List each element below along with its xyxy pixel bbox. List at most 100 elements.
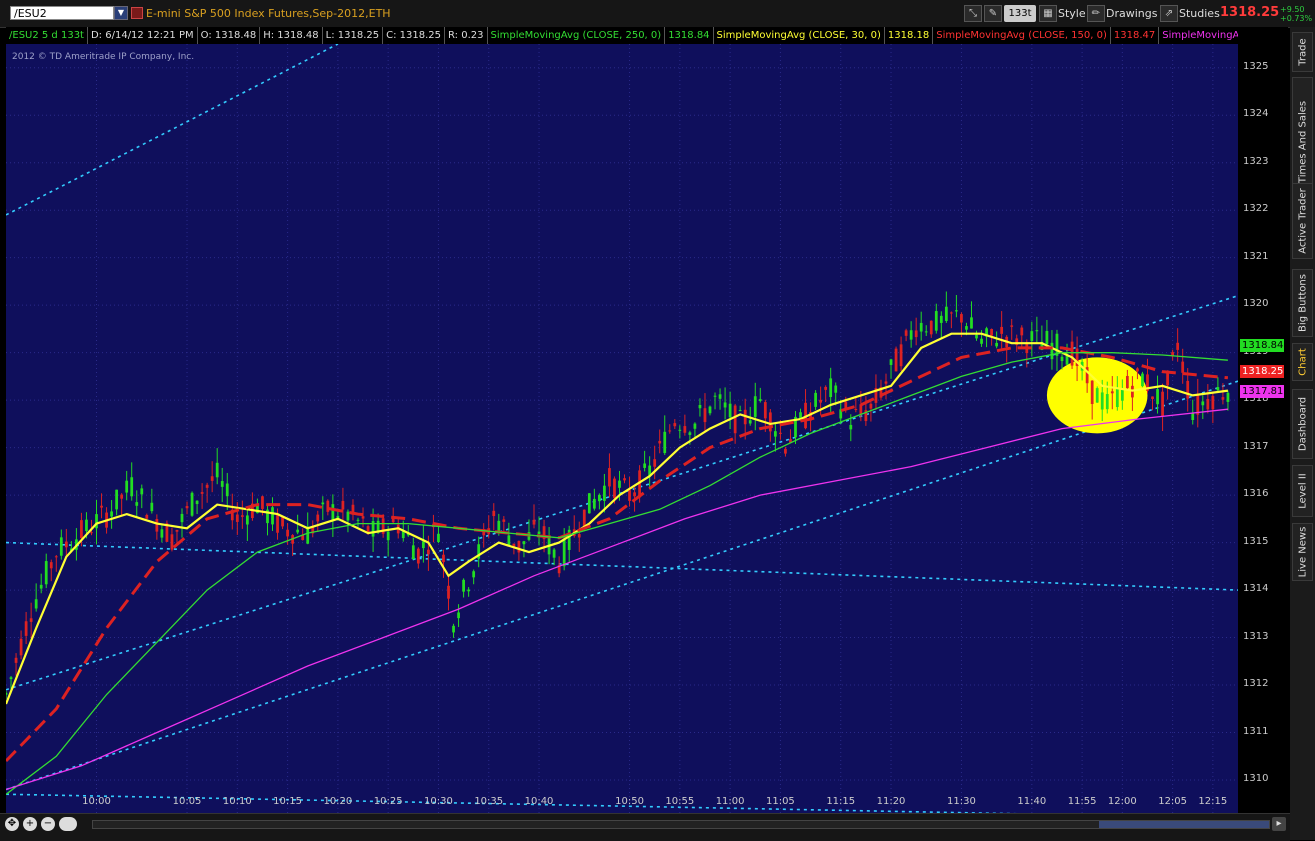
candle-body [135,502,139,506]
candle-body [492,510,496,517]
candle-body [784,448,787,454]
candle-body [703,408,707,423]
instrument-description: E-mini S&P 500 Index Futures,Sep-2012,ET… [146,7,391,20]
candle-body [1060,356,1064,362]
x-tick-label: 12:15 [1198,796,1228,807]
info-symbol: /ESU2 5 d 133t [6,27,88,44]
candle-body [1045,330,1049,345]
candle-body [14,657,18,663]
candle-body [281,517,284,527]
candle-body [1161,391,1164,417]
tab-level-ii[interactable]: Level II [1292,465,1313,517]
zoom-out-icon[interactable]: − [41,817,55,831]
candle-body [723,402,727,408]
price-axis[interactable] [1238,27,1288,818]
zoom-reset-icon[interactable] [59,817,77,831]
candle-body [130,477,134,497]
candle-body [768,412,772,432]
candle-body [537,531,541,534]
candle-body [1095,388,1099,403]
candle-body [1181,361,1185,373]
candle-body [80,520,83,539]
x-tick-label: 10:00 [82,796,111,807]
candle-body [1030,331,1034,341]
candle-body [577,534,581,538]
candle-body [1000,326,1004,334]
candle-body [849,424,853,430]
x-tick-label: 10:15 [273,796,303,807]
symbol-dropdown-icon[interactable]: ▼ [114,6,128,20]
candle-body [356,519,360,521]
tab-big-buttons[interactable]: Big Buttons [1292,269,1313,337]
tab-trade[interactable]: Trade [1292,32,1313,72]
zoom-in-icon[interactable]: + [23,817,37,831]
aggregation-button[interactable]: 133t [1004,5,1036,22]
y-tick-label: 1325 [1243,60,1269,72]
x-tick-label: 11:15 [826,796,856,807]
candle-body [919,322,923,332]
symbol-link-icon[interactable] [131,7,143,19]
tab-live-news[interactable]: Live News [1292,523,1313,581]
candle-body [29,618,33,622]
candle-body [64,541,68,548]
candle-body [220,481,224,487]
candle-body [210,476,214,481]
symbol-input[interactable]: /ESU2 [10,6,114,20]
y-tick-label: 1312 [1243,678,1269,690]
study2-label[interactable]: SimpleMovingAvg (CLOSE, 30, 0) [714,27,885,44]
info-open: O: 1318.48 [198,27,261,44]
grid-icon[interactable]: ▦ [1039,5,1057,22]
study3-label[interactable]: SimpleMovingAvg (CLOSE, 150, 0) [933,27,1111,44]
candle-body [1110,391,1114,394]
time-scrollbar[interactable] [92,820,1270,829]
study1-label[interactable]: SimpleMovingAvg (CLOSE, 250, 0) [488,27,666,44]
pan-icon[interactable]: ✥ [5,817,19,831]
studies-button[interactable]: Studies [1179,5,1220,22]
scroll-right-icon[interactable]: ▸ [1272,817,1286,831]
tab-dashboard[interactable]: Dashboard [1292,389,1313,459]
candle-body [416,548,420,564]
candle-body [331,504,335,521]
candle-body [603,485,606,501]
candle-body [411,545,415,560]
candle-body [829,378,833,398]
candle-body [1105,394,1109,410]
candle-body [421,541,425,549]
candle-body [1070,341,1074,366]
scroll-thumb[interactable] [1099,821,1269,828]
x-tick-label: 11:55 [1067,796,1097,807]
tab-chart[interactable]: Chart [1292,343,1313,381]
candle-body [215,462,219,478]
x-tick-label: 12:05 [1158,796,1188,807]
candle-body [261,496,264,509]
studies-icon[interactable]: ⇗ [1160,5,1178,22]
x-tick-label: 11:40 [1017,796,1047,807]
candle-body [205,484,209,488]
chart-area[interactable] [4,43,1239,819]
crosshair-icon[interactable]: ⤡ [964,5,982,22]
y-tick-label: 1322 [1243,203,1269,215]
candle-body [924,331,928,333]
price-chart[interactable] [4,43,1239,819]
candle-body [1216,387,1220,391]
tab-active-trader[interactable]: Active Trader [1292,183,1313,259]
bottom-bar: ✥ + − ▸ [0,813,1290,841]
candle-body [155,519,159,532]
candle-body [296,529,300,533]
candle-body [975,334,978,339]
candle-body [90,532,93,534]
candle-body [346,511,350,521]
candle-body [955,310,958,312]
style-button[interactable]: Style [1058,5,1086,22]
x-tick-label: 10:55 [665,796,695,807]
candle-body [316,514,320,522]
candle-body [271,507,274,525]
wrench-icon[interactable]: ✎ [984,5,1002,22]
x-tick-label: 10:25 [373,796,403,807]
right-sidebar: Trade Times And Sales Active Trader Big … [1290,27,1315,840]
candle-body [1176,342,1180,350]
candle-body [970,317,973,329]
pencil-icon[interactable]: ✏ [1087,5,1105,22]
candle-body [949,312,953,314]
drawings-button[interactable]: Drawings [1106,5,1157,22]
